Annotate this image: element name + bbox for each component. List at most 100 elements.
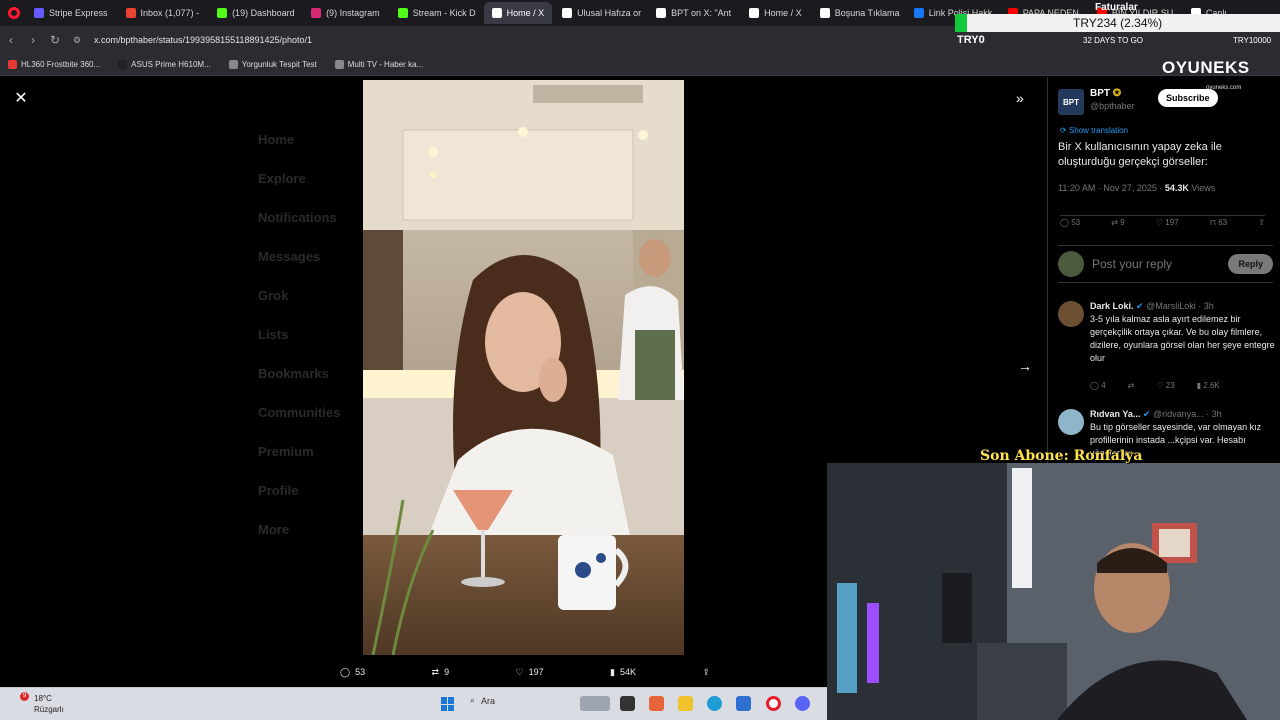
windows-taskbar: 9 18°C Rüzgarlı ⌕ Ara (0, 687, 827, 720)
show-translation-link[interactable]: ⟳ Show translation (1060, 126, 1128, 135)
tab-favicon-icon (656, 8, 667, 18)
weather-widget[interactable]: 18°C Rüzgarlı (22, 693, 64, 715)
tab-label: Stream - Kick D (412, 8, 476, 18)
taskbar-search[interactable]: ⌕ Ara (470, 695, 495, 706)
windows-start-icon[interactable] (441, 697, 455, 711)
tab-favicon-icon (397, 8, 408, 18)
store-icon[interactable] (736, 696, 751, 711)
bookmark-item[interactable]: ASUS Prime H610M... (118, 60, 211, 69)
tab-favicon-icon (34, 8, 44, 18)
sidebar-item: Notifications (258, 210, 337, 225)
reply-count[interactable]: ◯ 53 (1060, 218, 1080, 227)
browser-tab[interactable]: Home / X (483, 2, 553, 24)
sidebar-item: Bookmarks (258, 366, 329, 381)
repost-icon: ⇄ (431, 666, 440, 677)
webcam-image (827, 463, 1280, 720)
tweet-timestamp: 11:20 AM · Nov 27, 2025 · 54.3K Views (1058, 183, 1216, 193)
search-highlight-icon[interactable] (580, 696, 610, 711)
like-count[interactable]: ♡ 197 (1156, 218, 1179, 227)
tab-label: Inbox (1,077) - (140, 8, 200, 18)
media-reply-button[interactable]: ◯ 53 (340, 667, 365, 678)
opera-icon[interactable] (766, 696, 781, 711)
browser-tab[interactable]: Stream - Kick D (390, 2, 482, 24)
tab-favicon-icon (819, 8, 830, 18)
sidebar-item: Profile (258, 483, 299, 498)
repost-count[interactable]: ⇄ 9 (1111, 218, 1124, 227)
tab-label: (19) Dashboard (232, 8, 295, 18)
bookmark-favicon-icon (334, 60, 344, 69)
media-like-button[interactable]: ♡ 197 (516, 667, 544, 678)
file-explorer-icon[interactable] (678, 696, 693, 711)
last-subscriber-overlay: Son Abone: Ronfalya (980, 448, 1143, 464)
browser-tab[interactable]: Ulusal Hafıza or (554, 2, 646, 24)
webcam-feed (827, 463, 1280, 720)
goal-label: Faturalar (1095, 2, 1138, 13)
subscribe-button[interactable]: Subscribe (1158, 89, 1218, 107)
tab-favicon-icon (125, 8, 136, 18)
browser-tab[interactable]: Home / X (741, 2, 810, 24)
bookmark-item[interactable]: Yorgunluk Tespit Test (228, 60, 317, 69)
bookmark-item[interactable]: HL360 Frostbite 360... (8, 60, 100, 69)
tab-label: (9) Instagram (326, 8, 380, 18)
discord-icon[interactable] (795, 696, 810, 711)
site-info-icon[interactable]: ⚙ (66, 35, 88, 46)
back-icon[interactable]: ‹ (0, 33, 22, 47)
avatar[interactable]: BPT (1058, 89, 1084, 115)
copilot-icon[interactable] (649, 696, 664, 711)
sponsor-logo: OYUNEKS (1162, 58, 1250, 77)
tab-favicon-icon (311, 8, 322, 18)
avatar[interactable] (1058, 301, 1084, 327)
bookmark-item[interactable]: Multi TV - Haber ka... (334, 60, 423, 69)
verified-badge-icon: ✪ (1112, 88, 1122, 99)
collapse-panel-icon[interactable]: » (1016, 90, 1024, 106)
tab-favicon-icon (749, 8, 760, 18)
browser-tab[interactable]: Stripe Express (26, 2, 116, 24)
goal-days: 32 DAYS TO GO (1083, 36, 1144, 45)
translate-icon: ⟳ (1060, 126, 1067, 135)
goal-start: TRY0 (957, 34, 985, 46)
reload-icon[interactable]: ↻ (44, 33, 66, 47)
browser-tab[interactable]: Inbox (1,077) - (118, 2, 208, 24)
media-share-button[interactable]: ⇪ (702, 667, 710, 678)
bookmarks-bar: HL360 Frostbite 360... ASUS Prime H610M..… (0, 54, 1280, 76)
opera-menu-icon[interactable] (8, 7, 20, 19)
url-field[interactable]: x.com/bpthaber/status/199395815511889142… (94, 35, 312, 45)
tab-label: Home / X (506, 8, 545, 18)
avatar[interactable] (1058, 409, 1084, 435)
edge-icon[interactable] (707, 696, 722, 711)
reply-count[interactable]: ◯ 4 (1090, 381, 1106, 390)
search-icon: ⌕ (470, 695, 476, 705)
tab-favicon-icon (491, 8, 502, 18)
bookmark-count[interactable]: ⊓ 63 (1210, 218, 1227, 227)
browser-tab[interactable]: Boşuna Tıklama (812, 2, 904, 24)
tweet-photo[interactable] (363, 80, 684, 655)
author-name[interactable]: BPT ✪ (1090, 88, 1121, 99)
views-count[interactable]: ▮ 2.6K (1197, 381, 1220, 390)
reply-input[interactable]: Post your reply (1092, 257, 1228, 271)
reply-icon: ◯ (340, 666, 351, 677)
tab-favicon-icon (217, 8, 228, 18)
author-handle[interactable]: @bpthaber (1090, 101, 1135, 111)
close-icon[interactable]: ✕ (12, 90, 30, 108)
tab-label: BPT on X: "Ant (671, 8, 732, 18)
sidebar-item: Home (258, 132, 295, 147)
share-icon[interactable]: ⇪ (1258, 218, 1265, 227)
task-view-icon[interactable] (620, 696, 635, 711)
media-views-button[interactable]: ▮ 54K (610, 667, 636, 678)
media-repost-button[interactable]: ⇄ 9 (432, 667, 450, 678)
media-action-bar: ◯ 53 ⇄ 9 ♡ 197 ▮ 54K ⇪ (340, 662, 710, 682)
forward-icon[interactable]: › (22, 33, 44, 47)
like-count[interactable]: ♡ 23 (1156, 381, 1174, 390)
browser-tab[interactable]: (19) Dashboard (209, 2, 301, 24)
browser-tab[interactable]: BPT on X: "Ant (648, 2, 739, 24)
bookmark-favicon-icon (118, 60, 128, 69)
photo-image (363, 80, 684, 655)
sidebar-item: Communities (258, 405, 341, 420)
bookmark-favicon-icon (8, 60, 17, 69)
next-photo-icon[interactable]: → (1018, 358, 1032, 374)
tab-label: Ulusal Hafıza or (577, 8, 642, 18)
reply-button[interactable]: Reply (1228, 254, 1273, 274)
repost-icon[interactable]: ⇄ (1128, 381, 1135, 390)
browser-tab[interactable]: (9) Instagram (303, 2, 388, 24)
share-icon: ⇪ (702, 666, 710, 677)
